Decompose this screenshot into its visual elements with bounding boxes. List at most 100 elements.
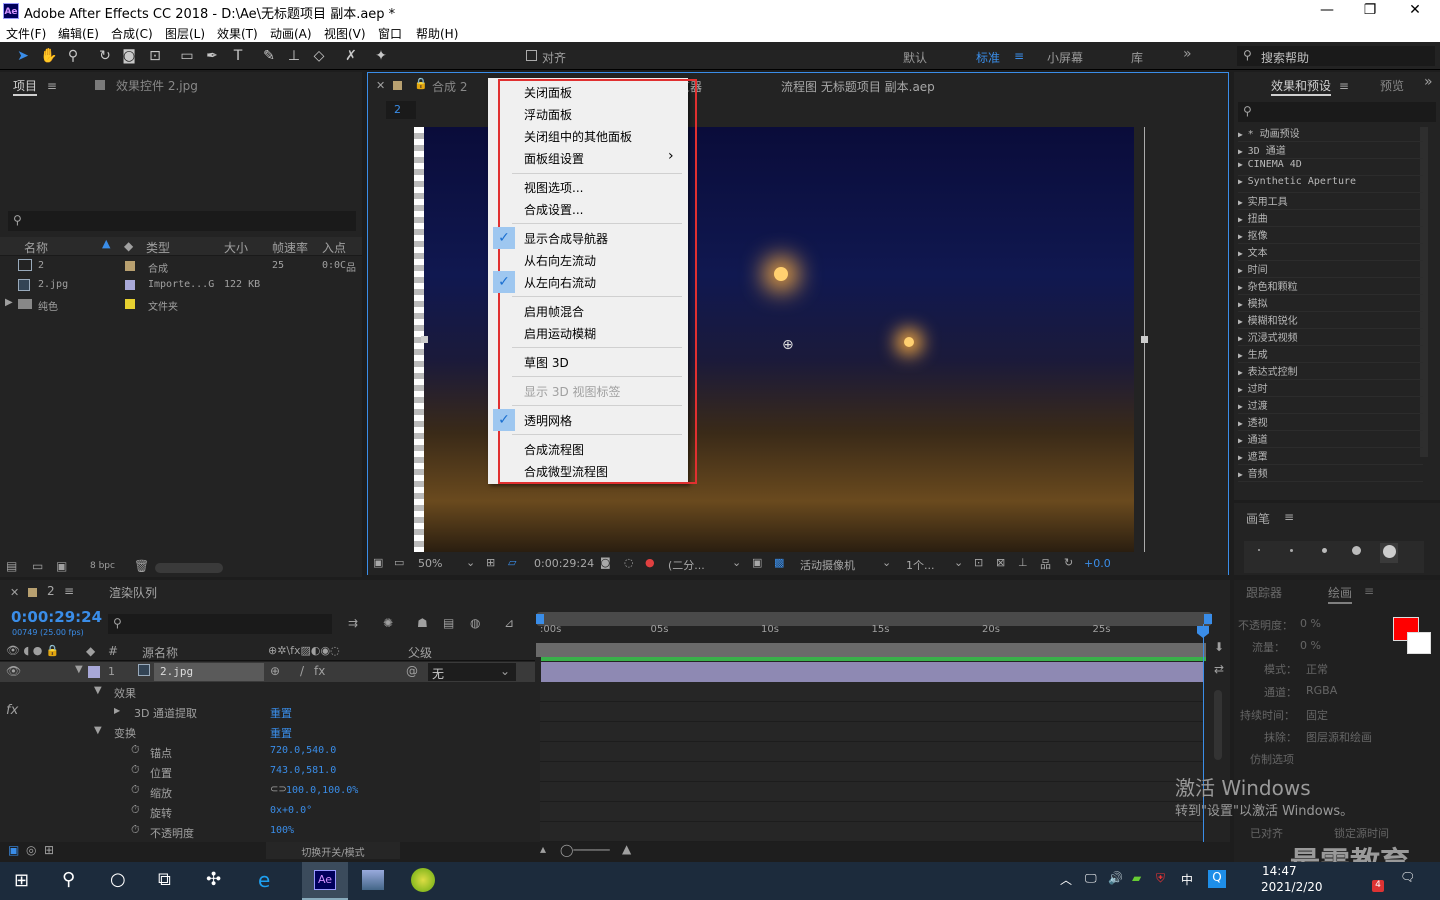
safe-zones-icon[interactable]: ⊞ [486, 556, 495, 569]
security-shield-icon[interactable]: ⛨ [1156, 871, 1165, 886]
layer-switch-icon[interactable]: ⇄ [1214, 662, 1224, 676]
tab-project[interactable]: 项目 [13, 79, 38, 96]
expand-arrow-icon[interactable]: ▶ [1238, 249, 1248, 258]
timeline-timecode[interactable]: 0:00:29:24 [11, 608, 102, 626]
menu-item-view-options[interactable]: 视图选项... [524, 179, 583, 196]
eraser-tool-icon[interactable]: ◇ [310, 47, 328, 65]
expand-arrow-icon[interactable]: ▶ [1238, 300, 1248, 309]
notepad-app-icon[interactable] [362, 870, 384, 890]
more-panels-icon[interactable]: » [1424, 74, 1433, 90]
search-help-field[interactable]: ⚲ 搜索帮助 [1237, 46, 1435, 66]
close-tab-icon[interactable]: ✕ [376, 79, 385, 92]
pen-tool-icon[interactable]: ✒ [203, 47, 221, 65]
expand-arrow-icon[interactable]: ▶ [1238, 283, 1248, 292]
pickwhip-icon[interactable]: @ [406, 664, 418, 678]
more-workspaces-icon[interactable]: » [1183, 46, 1192, 62]
menu-item-comp-flowchart[interactable]: 合成流程图 [524, 441, 584, 458]
work-area-end-handle[interactable] [1204, 614, 1212, 624]
frame-blending-icon[interactable]: ▤ [443, 616, 454, 630]
tab-effects-presets[interactable]: 效果和预设 [1271, 79, 1332, 96]
menu-item-flow-right-to-left[interactable]: 从右向左流动 [524, 252, 596, 269]
transfer-controls-toggle-icon[interactable]: ◎ [26, 843, 36, 857]
transparency-grid-toggle-icon[interactable]: ▩ [774, 556, 784, 569]
opacity-value[interactable]: 0 % [1300, 617, 1321, 630]
snapshot-camera-icon[interactable]: ◙ [600, 556, 611, 569]
menu-item-enable-frame-blending[interactable]: 启用帧混合 [524, 303, 584, 320]
menu-item-flow-left-to-right[interactable]: 从左向右流动 [524, 274, 596, 291]
network-icon[interactable]: 🖵 [1085, 871, 1097, 886]
reset-exposure-icon[interactable]: ↻ [1064, 556, 1073, 569]
col-type[interactable]: 类型 [146, 239, 170, 256]
bit-depth-button[interactable]: 8 bpc [90, 561, 115, 571]
fast-previews-icon[interactable]: ⊠ [996, 556, 1005, 569]
project-item-row[interactable]: 2.jpg Importe...G 122 KB [0, 276, 362, 295]
time-ruler[interactable]: :00s 05s 10s 15s 20s 25s [536, 624, 1212, 640]
background-color-swatch[interactable] [1407, 632, 1431, 654]
motion-blur-icon[interactable]: ◍ [470, 616, 480, 630]
task-view-icon[interactable]: ⧉ [158, 869, 171, 890]
toggle-pixel-aspect-icon[interactable]: ⊡ [974, 556, 983, 569]
layer-duration-bar[interactable] [541, 662, 1204, 682]
effect-category-item[interactable]: ▶ 实用工具 [1238, 193, 1423, 210]
label-color-swatch[interactable] [125, 299, 135, 309]
parent-select[interactable]: 无 ⌄ [428, 663, 516, 681]
layer-handle[interactable] [421, 336, 428, 343]
menu-item-close-panel[interactable]: 关闭面板 [524, 84, 572, 101]
maximize-button[interactable]: ❐ [1355, 2, 1385, 18]
expand-arrow-icon[interactable]: ▶ [1238, 160, 1248, 169]
roto-brush-tool-icon[interactable]: ✗ [342, 47, 360, 65]
effect-category-item[interactable]: ▶ 表达式控制 [1238, 363, 1423, 380]
property-row[interactable]: ▼ 变换 重置 [0, 722, 535, 742]
menu-effect[interactable]: 效果(T) [217, 25, 258, 42]
in-out-toggle-icon[interactable]: ⊞ [44, 843, 54, 857]
shy-layers-icon[interactable]: ☗ [417, 616, 428, 630]
workspace-menu-icon[interactable]: ≡ [1014, 49, 1024, 63]
brush-tip-1[interactable] [1258, 549, 1260, 551]
panel-menu-icon[interactable]: ≡ [1364, 584, 1374, 598]
property-row[interactable]: ⏱ 锚点 720.0,540.0 [0, 742, 535, 762]
label-color-swatch[interactable] [125, 261, 135, 271]
resolution-select[interactable]: (二分... [668, 557, 705, 573]
close-button[interactable]: ✕ [1400, 2, 1430, 18]
expand-arrow-icon[interactable]: ▶ [1238, 402, 1248, 411]
color-channels-icon[interactable]: ● [645, 556, 655, 569]
effect-category-item[interactable]: ▶ 透视 [1238, 414, 1423, 431]
brush-tip-3[interactable] [1290, 549, 1293, 552]
expand-arrow-icon[interactable]: ▶ [1238, 419, 1248, 428]
expand-arrow-icon[interactable]: ▶ [114, 706, 120, 715]
brush-tip-5[interactable] [1322, 548, 1327, 553]
chevron-down-icon[interactable]: ⌄ [954, 556, 963, 569]
graph-editor-icon[interactable]: ⊿ [504, 616, 514, 630]
monitor-icon[interactable]: ▭ [394, 556, 404, 569]
project-item-row[interactable]: ▶ 纯色 文件夹 [0, 295, 362, 314]
ime-indicator[interactable]: 中 [1181, 871, 1193, 888]
constrain-link-icon[interactable]: ⊂⊃ [270, 784, 287, 795]
menu-composition[interactable]: 合成(C) [111, 25, 153, 42]
clock-date[interactable]: 2021/2/20 [1261, 880, 1323, 894]
show-snapshot-icon[interactable]: ◌ [624, 556, 634, 569]
selection-tool-icon[interactable]: ➤ [14, 47, 32, 65]
effect-category-item[interactable]: ▶ 过渡 [1238, 397, 1423, 414]
camera-tool-icon[interactable]: ◙ [120, 47, 138, 65]
layer-search-input[interactable]: ⚲ [108, 614, 332, 634]
property-value[interactable]: 重置 [270, 725, 292, 741]
effect-category-item[interactable]: ▶ 过时 [1238, 380, 1423, 397]
expand-arrow-icon[interactable]: ▶ [5, 297, 13, 308]
label-color-swatch[interactable] [88, 666, 100, 678]
menu-item-close-other-panels[interactable]: 关闭组中的其他面板 [524, 128, 632, 145]
effect-switch-icon[interactable]: fx [314, 664, 325, 678]
effect-category-item[interactable]: ▶ 扭曲 [1238, 210, 1423, 227]
collapse-arrow-icon[interactable]: ▼ [94, 725, 102, 736]
effect-category-item[interactable]: ▶ 抠像 [1238, 227, 1423, 244]
flow-value[interactable]: 0 % [1300, 639, 1321, 652]
effect-category-item[interactable]: ▶ 生成 [1238, 346, 1423, 363]
effect-category-item[interactable]: ▶ 文本 [1238, 244, 1423, 261]
expand-arrow-icon[interactable]: ▶ [1238, 436, 1248, 445]
expand-arrow-icon[interactable]: ▶ [1238, 232, 1248, 241]
tab-composition[interactable]: 合成 2 [432, 78, 467, 95]
property-value[interactable]: 0x+0.0° [270, 805, 312, 816]
brush-presets[interactable] [1244, 541, 1424, 573]
menu-help[interactable]: 帮助(H) [416, 25, 458, 42]
property-value[interactable]: 720.0,540.0 [270, 745, 336, 756]
zoom-tool-icon[interactable]: ⚲ [64, 47, 82, 65]
